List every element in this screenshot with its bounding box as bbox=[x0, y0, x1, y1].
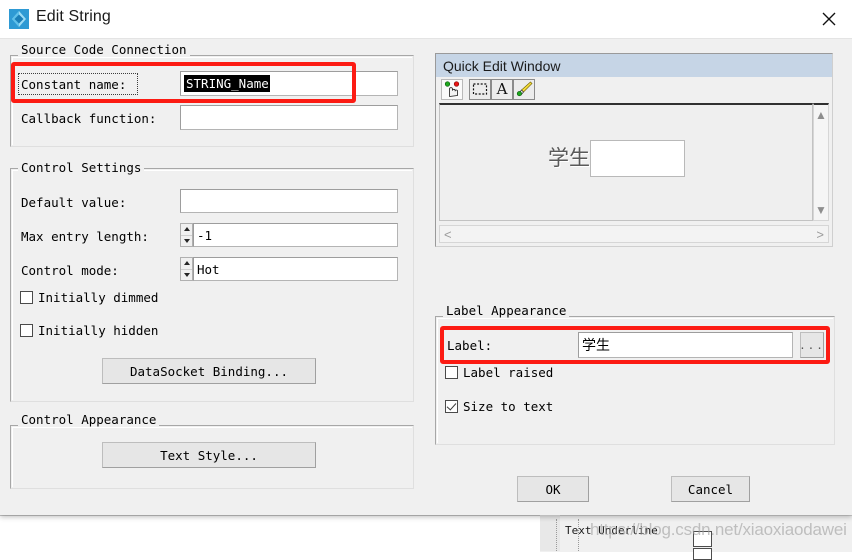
quick-edit-canvas[interactable]: 学生 bbox=[439, 103, 813, 221]
label-raised-checkbox-row[interactable]: Label raised bbox=[445, 365, 553, 380]
default-value-input[interactable] bbox=[180, 189, 398, 213]
close-icon[interactable] bbox=[806, 0, 852, 38]
background-checkbox-2[interactable] bbox=[693, 548, 712, 560]
labwindows-cvi-icon bbox=[9, 9, 29, 29]
label-raised-label: Label raised bbox=[463, 365, 554, 380]
max-entry-length-input[interactable]: -1 bbox=[193, 223, 398, 247]
constant-name-value: STRING_Name bbox=[184, 75, 270, 92]
control-mode-stepper-up[interactable] bbox=[181, 258, 192, 270]
control-mode-stepper-down[interactable] bbox=[181, 270, 192, 281]
max-entry-length-stepper[interactable] bbox=[180, 223, 193, 247]
background-checkbox-1[interactable] bbox=[693, 531, 712, 547]
datasocket-binding-button[interactable]: DataSocket Binding... bbox=[102, 358, 316, 384]
label-input[interactable]: 学生 bbox=[578, 332, 793, 358]
scroll-right-icon[interactable]: > bbox=[816, 227, 824, 242]
label-appearance-title: Label Appearance bbox=[443, 303, 570, 318]
size-to-text-checkbox[interactable] bbox=[445, 400, 458, 413]
control-settings-title: Control Settings bbox=[18, 160, 145, 175]
max-entry-length-stepper-up[interactable] bbox=[181, 224, 192, 236]
initially-dimmed-checkbox-row[interactable]: Initially dimmed bbox=[20, 290, 158, 305]
control-mode-label: Control mode: bbox=[21, 263, 119, 278]
quick-edit-window-title: Quick Edit Window bbox=[436, 54, 832, 77]
source-code-connection-title: Source Code Connection bbox=[18, 42, 190, 57]
max-entry-length-stepper-down[interactable] bbox=[181, 236, 192, 247]
callback-function-input[interactable] bbox=[180, 105, 398, 130]
source-code-connection-group bbox=[10, 55, 414, 147]
scroll-up-icon[interactable]: ▲ bbox=[815, 108, 827, 122]
quick-edit-control-label: 学生 bbox=[548, 146, 590, 170]
text-tool-icon[interactable]: A bbox=[491, 78, 513, 100]
quick-edit-horizontal-scrollbar[interactable]: < > bbox=[439, 225, 829, 243]
dialog-title: Edit String bbox=[36, 8, 111, 25]
operate-tool-icon[interactable] bbox=[441, 78, 463, 100]
quick-edit-vertical-scrollbar[interactable]: ▲ ▼ bbox=[813, 103, 829, 221]
control-mode-input[interactable]: Hot bbox=[193, 257, 398, 281]
initially-hidden-checkbox[interactable] bbox=[20, 324, 33, 337]
paintbrush-tool-icon[interactable] bbox=[513, 78, 535, 100]
text-style-button[interactable]: Text Style... bbox=[102, 442, 316, 468]
select-rectangle-icon[interactable] bbox=[469, 78, 491, 100]
size-to-text-label: Size to text bbox=[463, 399, 554, 414]
control-appearance-title: Control Appearance bbox=[18, 412, 160, 427]
ok-button[interactable]: OK bbox=[517, 476, 589, 502]
label-raised-checkbox[interactable] bbox=[445, 366, 458, 379]
scroll-down-icon[interactable]: ▼ bbox=[815, 203, 827, 217]
size-to-text-checkbox-row[interactable]: Size to text bbox=[445, 399, 553, 414]
initially-dimmed-label: Initially dimmed bbox=[38, 290, 159, 305]
label-browse-button[interactable]: ... bbox=[799, 332, 824, 358]
quick-edit-control-preview[interactable]: 学生 bbox=[548, 140, 685, 177]
background-grid-line-1 bbox=[556, 519, 558, 551]
constant-name-label: Constant name: bbox=[21, 77, 127, 92]
quick-edit-window-toolbar: A bbox=[436, 77, 832, 101]
quick-edit-window-panel: Quick Edit Window A 学生 ▲ ▼ < > bbox=[435, 53, 833, 247]
callback-function-label: Callback function: bbox=[21, 111, 157, 126]
constant-name-input[interactable]: STRING_Name bbox=[180, 71, 398, 96]
dialog-titlebar: Edit String bbox=[0, 0, 852, 39]
edit-string-dialog: Edit String Source Code Connection Const… bbox=[0, 0, 852, 515]
initially-hidden-label: Initially hidden bbox=[38, 323, 159, 338]
initially-dimmed-checkbox[interactable] bbox=[20, 291, 33, 304]
control-mode-stepper[interactable] bbox=[180, 257, 193, 281]
cancel-button[interactable]: Cancel bbox=[671, 476, 750, 502]
max-entry-length-label: Max entry length: bbox=[21, 229, 149, 244]
default-value-label: Default value: bbox=[21, 195, 127, 210]
label-field-label: Label: bbox=[447, 338, 493, 353]
background-window-left bbox=[0, 515, 540, 552]
quick-edit-string-box[interactable] bbox=[590, 140, 685, 177]
initially-hidden-checkbox-row[interactable]: Initially hidden bbox=[20, 323, 158, 338]
scroll-left-icon[interactable]: < bbox=[444, 227, 452, 242]
